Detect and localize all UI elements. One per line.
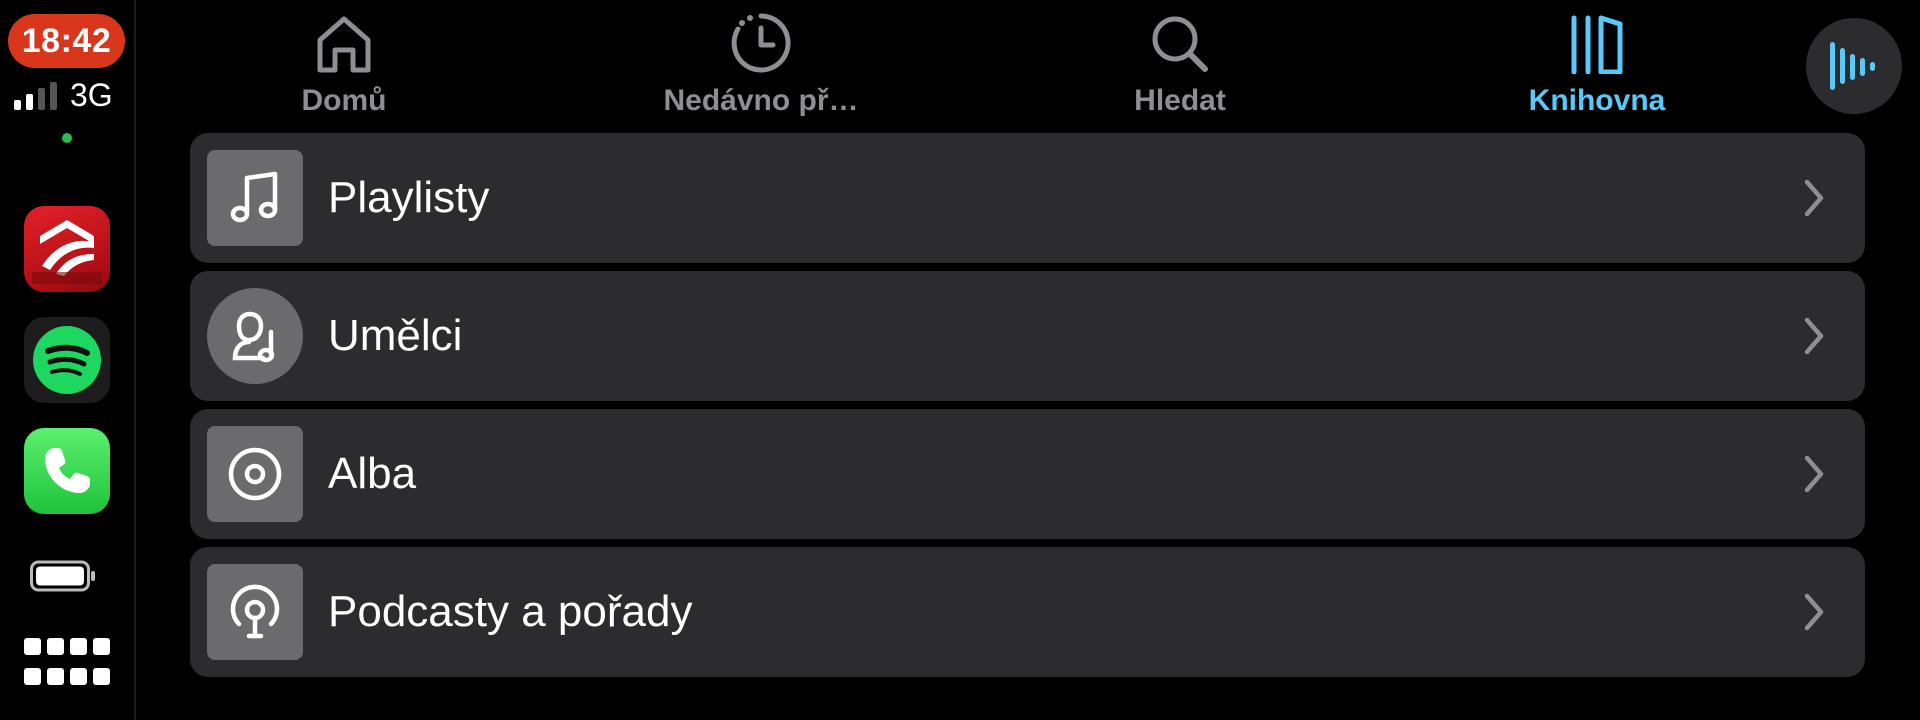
tab-search-label: Hledat <box>1134 84 1226 117</box>
home-icon <box>317 16 371 73</box>
tab-recent-label: Nedávno př… <box>663 84 859 117</box>
now-playing-button[interactable] <box>1806 18 1902 114</box>
list-item-artists[interactable]: Umělci <box>190 271 1865 401</box>
list-item-label: Alba <box>328 449 417 498</box>
chevron-right-icon <box>1804 179 1824 217</box>
tab-library[interactable]: Knihovna <box>1447 6 1747 122</box>
phone-app-button[interactable] <box>24 428 110 514</box>
albums-thumb <box>207 426 303 522</box>
tab-home-label: Domů <box>301 84 387 117</box>
t-lux-app-button[interactable] <box>24 206 110 292</box>
list-item-albums[interactable]: Alba <box>190 409 1865 539</box>
signal-bar-icon <box>38 88 45 110</box>
list-item-playlists[interactable]: Playlisty <box>190 133 1865 263</box>
list-item-label: Umělci <box>328 311 463 360</box>
battery-icon <box>30 560 95 592</box>
microphone-indicator-icon <box>62 133 72 143</box>
status-clock: 18:42 <box>8 14 125 68</box>
signal-bar-icon <box>14 100 21 110</box>
signal-bar-icon <box>26 94 33 110</box>
list-item-label: Playlisty <box>328 173 490 222</box>
spotify-icon <box>33 326 101 394</box>
library-list: Playlisty Umělci Alba Podcasty a pořady <box>190 133 1865 685</box>
tab-search[interactable]: Hledat <box>1030 6 1330 122</box>
list-item-label: Podcasty a pořady <box>328 587 693 636</box>
signal-bar-icon <box>50 82 57 110</box>
road-logo-icon <box>32 220 102 284</box>
waveform-icon <box>1830 42 1875 90</box>
tab-recent[interactable]: Nedávno př… <box>611 6 911 122</box>
chevron-right-icon <box>1804 317 1824 355</box>
podcasts-thumb <box>207 564 303 660</box>
search-icon <box>1152 16 1208 72</box>
artists-thumb <box>207 288 303 384</box>
signal-indicator: 3G <box>14 76 134 113</box>
album-icon <box>228 447 282 501</box>
network-type: 3G <box>70 77 113 113</box>
phone-icon <box>45 448 90 493</box>
library-icon <box>1571 15 1623 74</box>
chevron-right-icon <box>1804 593 1824 631</box>
playlists-thumb <box>207 150 303 246</box>
app-grid-icon[interactable] <box>24 638 112 688</box>
tab-home[interactable]: Domů <box>194 6 494 122</box>
list-item-podcasts[interactable]: Podcasty a pořady <box>190 547 1865 677</box>
podcast-icon <box>230 584 280 639</box>
music-note-icon <box>230 171 278 223</box>
carplay-screen: 18:42 3G Domů Nedávno př… Hledat Knihovn… <box>0 0 1920 720</box>
dock: 18:42 3G <box>0 0 136 720</box>
tab-library-label: Knihovna <box>1528 84 1666 117</box>
spotify-app-button[interactable] <box>24 317 110 403</box>
artist-icon <box>232 311 275 363</box>
chevron-right-icon <box>1804 455 1824 493</box>
clock-history-icon <box>731 13 791 73</box>
